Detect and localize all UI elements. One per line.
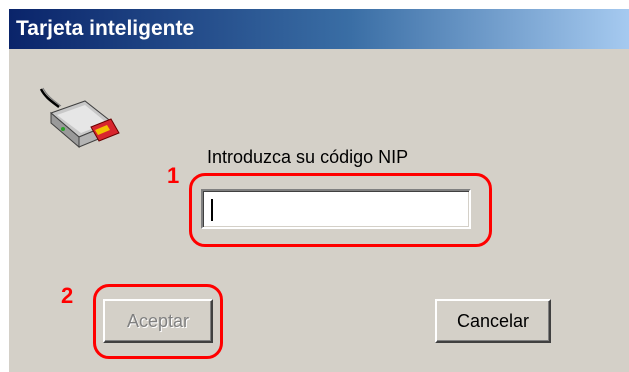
dialog-window: Tarjeta inteligente Introduzca su código… [8, 8, 629, 372]
accept-button[interactable]: Aceptar [103, 299, 213, 343]
pin-input[interactable] [201, 189, 471, 229]
pin-prompt-label: Introduzca su código NIP [207, 147, 409, 167]
cancel-button[interactable]: Cancelar [435, 299, 551, 343]
step-1-marker: 1 [167, 163, 180, 188]
text-caret [211, 199, 213, 221]
window-title: Tarjeta inteligente [16, 17, 195, 40]
step-2-marker: 2 [61, 283, 74, 308]
smart-card-reader-icon [39, 87, 120, 149]
title-bar[interactable]: Tarjeta inteligente [9, 9, 629, 49]
